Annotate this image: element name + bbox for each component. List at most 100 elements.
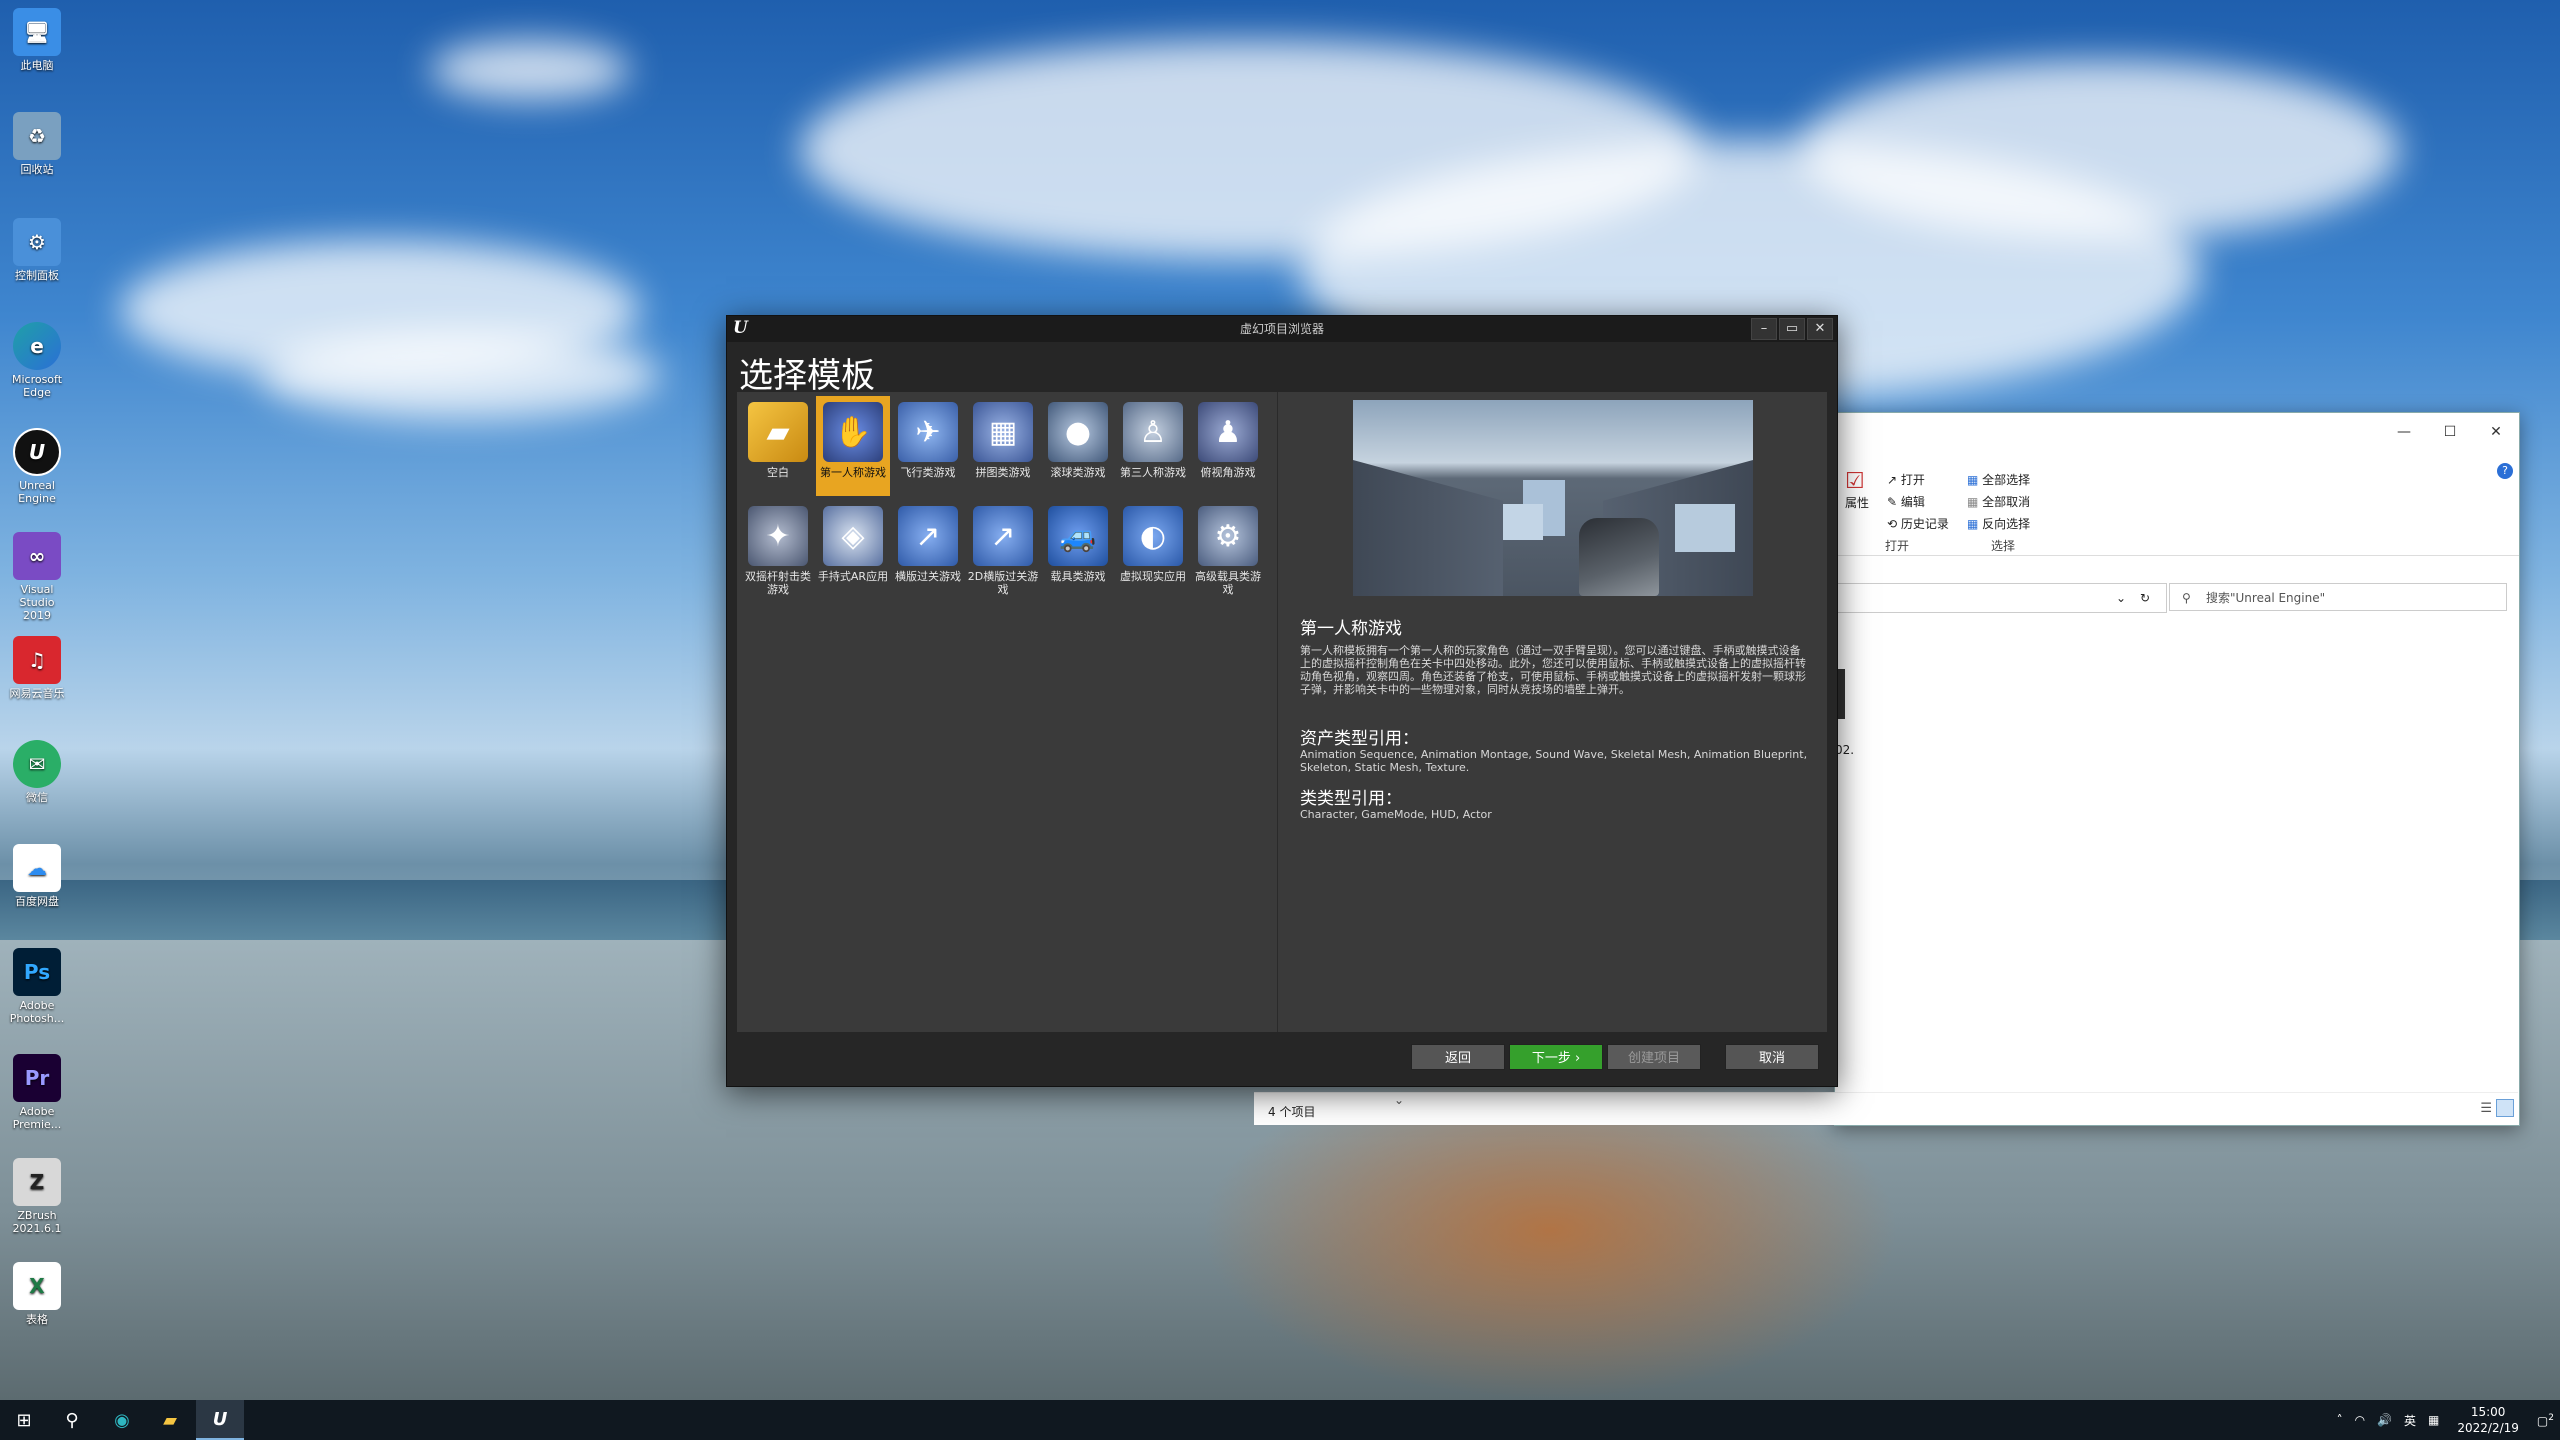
minimize-icon[interactable]: – xyxy=(1751,318,1777,340)
network-icon[interactable]: ◠ xyxy=(2355,1413,2365,1427)
notification-icon[interactable]: ▢2 xyxy=(2537,1413,2554,1428)
taskbar-unreal[interactable]: U xyxy=(196,1400,244,1440)
explorer-ribbon: ☑ 属性 ↗ 打开 ✎ 编辑 ⟲ 历史记录 打开 ▦ 全部选择 ▦ 全部取消 ▦… xyxy=(1835,463,2519,556)
template-label: 高级载具类游戏 xyxy=(1195,570,1261,596)
create-project-button[interactable]: 创建项目 xyxy=(1607,1044,1701,1070)
large-icons-view-icon[interactable] xyxy=(2496,1099,2514,1117)
open-group: ↗ 打开 ✎ 编辑 ⟲ 历史记录 xyxy=(1887,469,1949,535)
details-view-icon[interactable]: ☰ xyxy=(2480,1101,2492,1116)
start-button[interactable]: ⊞ xyxy=(0,1400,48,1440)
template-label: 俯视角游戏 xyxy=(1200,466,1256,479)
checkmark-icon: ☑ xyxy=(1845,469,1865,494)
desktop-icon-label: Adobe Premie... xyxy=(12,1105,62,1131)
desktop-icon-label: 控制面板 xyxy=(15,269,59,282)
desktop-icon-unreal[interactable]: U Unreal Engine xyxy=(6,428,68,505)
chevron-up-icon[interactable]: ˄ xyxy=(2337,1413,2343,1427)
template-description: 第一人称模板拥有一个第一人称的玩家角色（通过一双手臂呈现）。您可以通过键盘、手柄… xyxy=(1300,644,1806,696)
close-icon[interactable]: ✕ xyxy=(1807,318,1833,340)
desktop-icon-netease-music[interactable]: ♫ 网易云音乐 xyxy=(6,636,68,700)
ime-indicator[interactable]: 英 xyxy=(2404,1412,2416,1429)
folder-icon: ▰ xyxy=(163,1409,177,1431)
search-icon: ⚲ xyxy=(2182,591,2191,605)
desktop-icon-control-panel[interactable]: ⚙ 控制面板 xyxy=(6,218,68,282)
template-first-person[interactable]: ✋ 第一人称游戏 xyxy=(816,396,890,496)
desktop-icon-visual-studio[interactable]: ∞ Visual Studio 2019 xyxy=(6,532,68,622)
close-icon[interactable]: ✕ xyxy=(2473,424,2519,440)
template-rolling[interactable]: ● 滚球类游戏 xyxy=(1041,396,1115,496)
desktop-icon-label: ZBrush 2021.6.1 xyxy=(12,1209,62,1235)
template-2d-side-scroller[interactable]: ↗ 2D横版过关游戏 xyxy=(966,500,1040,600)
invert-selection-label: 反向选择 xyxy=(1982,517,2031,531)
template-twin-stick[interactable]: ✦ 双摇杆射击类游戏 xyxy=(741,500,815,600)
template-label: 飞行类游戏 xyxy=(900,466,956,479)
clock[interactable]: 15:00 2022/2/19 xyxy=(2457,1404,2519,1436)
select-none-icon: ▦ xyxy=(1967,495,1983,509)
search-input[interactable]: ⚲ 搜索"Unreal Engine" xyxy=(2169,583,2507,611)
advanced-vehicle-icon: ⚙ xyxy=(1198,506,1258,566)
desktop-icon-wechat[interactable]: ✉ 微信 xyxy=(6,740,68,804)
file-explorer-window: — ☐ ✕ ☑ 属性 ↗ 打开 ✎ 编辑 ⟲ 历史记录 打开 ▦ 全部选择 ▦ … xyxy=(1823,412,2520,1126)
desktop-icon-zbrush[interactable]: Z ZBrush 2021.6.1 xyxy=(6,1158,68,1235)
desktop-icon-baidu-netdisk[interactable]: ☁ 百度网盘 xyxy=(6,844,68,908)
back-button[interactable]: 返回 xyxy=(1411,1044,1505,1070)
cloud xyxy=(260,330,660,420)
template-flying[interactable]: ✈ 飞行类游戏 xyxy=(891,396,965,496)
template-puzzle[interactable]: ▦ 拼图类游戏 xyxy=(966,396,1040,496)
select-none-button[interactable]: ▦ 全部取消 xyxy=(1967,491,2030,513)
explorer-statusbar: 4 个项目 ⌄ ☰ xyxy=(1254,1092,2518,1125)
desktop-icon-photoshop[interactable]: Ps Adobe Photosh... xyxy=(6,948,68,1025)
maximize-icon[interactable]: ▭ xyxy=(1779,318,1805,340)
cancel-button[interactable]: 取消 xyxy=(1725,1044,1819,1070)
taskbar-file-explorer[interactable]: ▰ xyxy=(146,1400,194,1440)
template-panel: ▰ 空白 ✋ 第一人称游戏 ✈ 飞行类游戏 ▦ 拼图类游戏 ● 滚球类游戏 ♙ … xyxy=(737,392,1827,1032)
search-button[interactable]: ⚲ xyxy=(48,1400,96,1440)
template-side-scroller[interactable]: ↗ 横版过关游戏 xyxy=(891,500,965,600)
clock-date: 2022/2/19 xyxy=(2457,1421,2519,1435)
template-preview-image xyxy=(1353,400,1753,596)
select-all-button[interactable]: ▦ 全部选择 xyxy=(1967,469,2030,491)
template-blank[interactable]: ▰ 空白 xyxy=(741,396,815,496)
ime-grid-icon[interactable]: ▦ xyxy=(2428,1413,2439,1427)
preview-wall xyxy=(1353,460,1503,596)
desktop-icon-excel[interactable]: X 表格 xyxy=(6,1262,68,1326)
refresh-icon[interactable]: ↻ xyxy=(2130,584,2160,612)
select-group-label: 选择 xyxy=(1991,539,2016,553)
history-icon: ⟲ xyxy=(1887,517,1901,531)
template-label: 载具类游戏 xyxy=(1050,570,1106,583)
template-label: 空白 xyxy=(767,466,789,479)
taskbar-edge[interactable]: ◉ xyxy=(98,1400,146,1440)
volume-icon[interactable]: 🔊 xyxy=(2377,1413,2392,1427)
edge-icon: e xyxy=(13,322,61,370)
maximize-icon[interactable]: ☐ xyxy=(2427,424,2473,440)
desktop-icon-edge[interactable]: e Microsoft Edge xyxy=(6,322,68,399)
template-label: 横版过关游戏 xyxy=(895,570,961,583)
help-icon[interactable]: ? xyxy=(2497,463,2513,479)
vehicle-icon: 🚙 xyxy=(1048,506,1108,566)
chevron-down-icon[interactable]: ⌄ xyxy=(2116,584,2126,612)
template-advanced-vehicle[interactable]: ⚙ 高级载具类游戏 xyxy=(1191,500,1265,600)
edit-button[interactable]: ✎ 编辑 xyxy=(1887,491,1949,513)
chevron-down-icon[interactable]: ⌄ xyxy=(1394,1093,1404,1107)
address-bar[interactable]: ⌄ ↻ xyxy=(1835,583,2167,613)
invert-selection-button[interactable]: ▦ 反向选择 xyxy=(1967,513,2030,535)
desktop-icon-recycle-bin[interactable]: ♻ 回收站 xyxy=(6,112,68,176)
preview-gun xyxy=(1579,518,1659,596)
template-top-down[interactable]: ♟ 俯视角游戏 xyxy=(1191,396,1265,496)
open-button[interactable]: ↗ 打开 xyxy=(1887,469,1949,491)
template-vr[interactable]: ◐ 虚拟现实应用 xyxy=(1116,500,1190,600)
desktop-icon-label: 微信 xyxy=(26,791,48,804)
desktop-icon-this-pc[interactable]: 🖥 此电脑 xyxy=(6,8,68,72)
desktop-icon-premiere[interactable]: Pr Adobe Premie... xyxy=(6,1054,68,1131)
unreal-icon: U xyxy=(212,1408,228,1430)
minimize-icon[interactable]: — xyxy=(2381,424,2427,440)
history-button[interactable]: ⟲ 历史记录 xyxy=(1887,513,1949,535)
template-handheld-ar[interactable]: ◈ 手持式AR应用 xyxy=(816,500,890,600)
next-button[interactable]: 下一步 › xyxy=(1509,1044,1603,1070)
template-label: 2D横版过关游戏 xyxy=(967,570,1039,596)
desktop-icon-label: 百度网盘 xyxy=(15,895,59,908)
template-third-person[interactable]: ♙ 第三人称游戏 xyxy=(1116,396,1190,496)
edit-icon: ✎ xyxy=(1887,495,1901,509)
dialog-titlebar: 虚幻项目浏览器 U – ▭ ✕ xyxy=(727,316,1837,342)
properties-button[interactable]: ☑ 属性 xyxy=(1845,469,1869,511)
template-vehicle[interactable]: 🚙 载具类游戏 xyxy=(1041,500,1115,600)
